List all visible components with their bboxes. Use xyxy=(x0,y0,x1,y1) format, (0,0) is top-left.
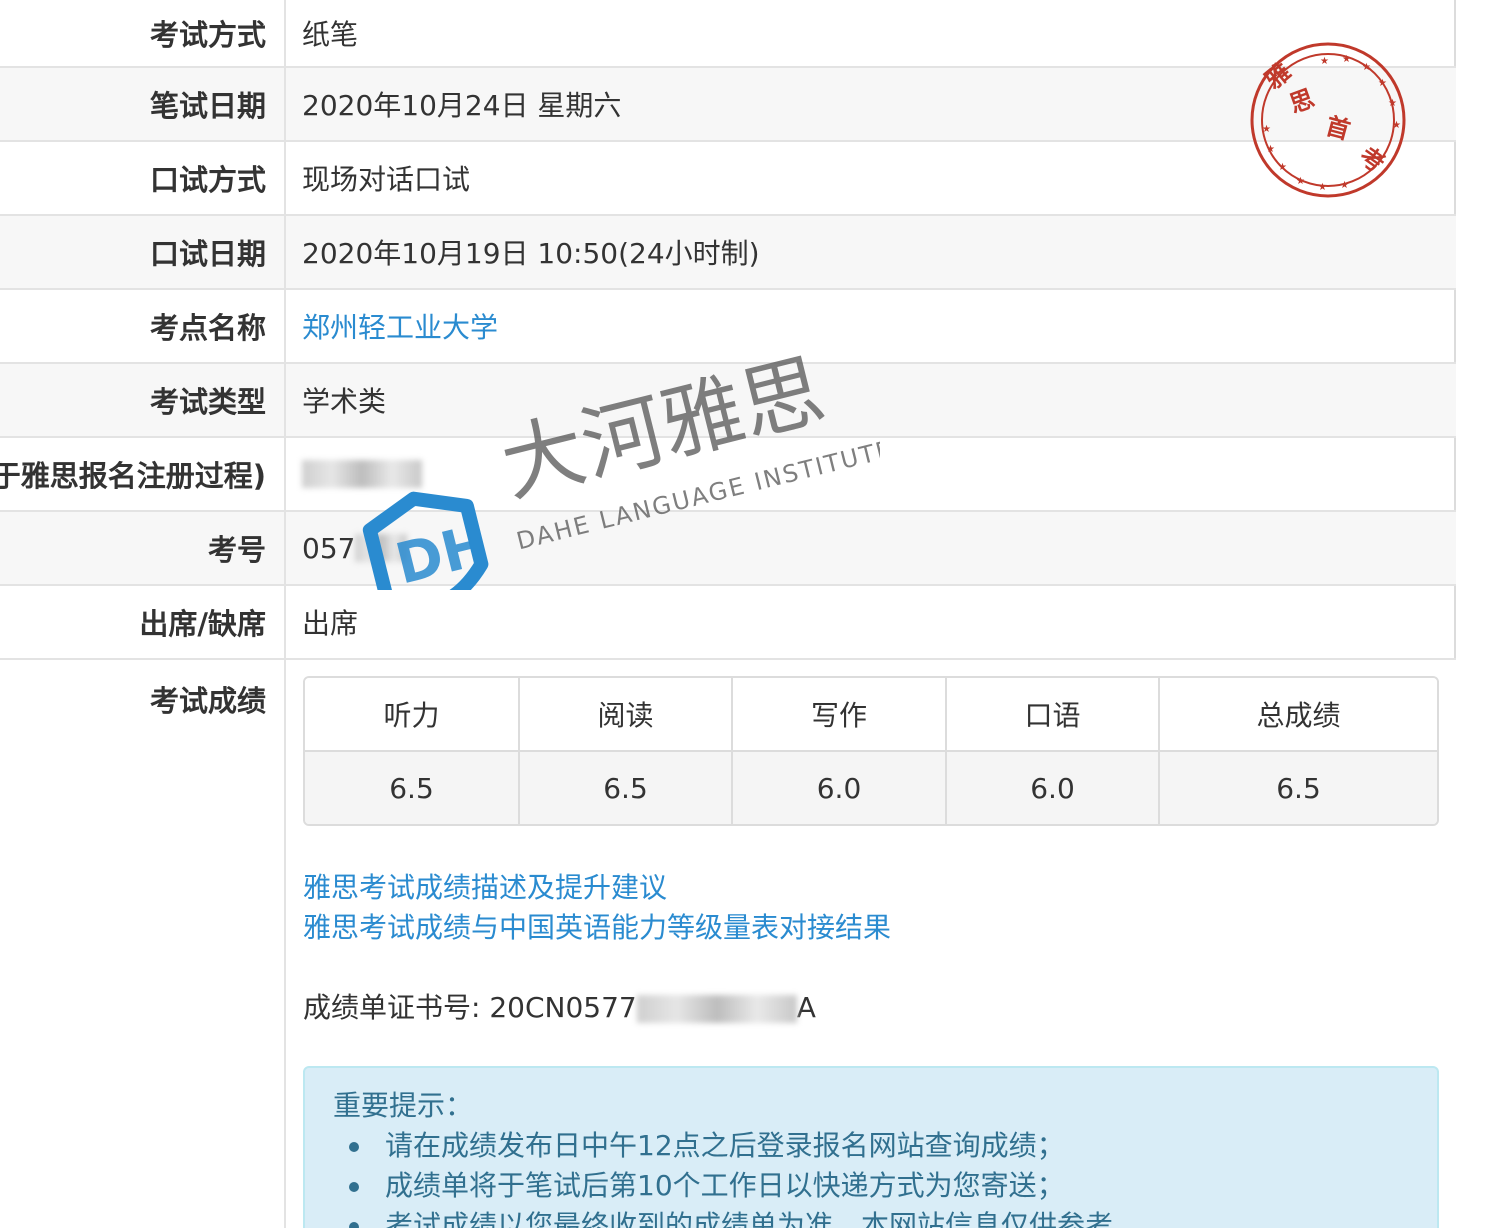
label-candidate-number: 考号 xyxy=(0,512,286,584)
svg-text:★: ★ xyxy=(1342,54,1351,65)
scores-label-cell: 考试成绩 xyxy=(0,660,286,1228)
row-exam-method: 考试方式 纸笔 xyxy=(0,0,1456,68)
svg-text:★: ★ xyxy=(1266,144,1275,155)
label-exam-type: 考试类型 xyxy=(0,364,286,436)
svg-text:★: ★ xyxy=(1340,180,1349,191)
stamp-char-4: 考 xyxy=(1354,141,1390,179)
row-speaking-method: 口试方式 现场对话口试 xyxy=(0,142,1456,216)
row-speaking-date: 口试日期 2020年10月19日 10:50(24小时制) xyxy=(0,216,1456,290)
header-overall: 总成绩 xyxy=(1256,699,1341,732)
score-listening: 6.5 xyxy=(305,751,520,824)
svg-text:★: ★ xyxy=(1296,176,1305,187)
notice-title: 重要提示： xyxy=(333,1089,474,1122)
score-speaking: 6.0 xyxy=(946,751,1160,824)
watermark-logo: DH 大河雅思 DAHE LANGUAGE INSTITUTE xyxy=(362,343,880,590)
value-speaking-date: 2020年10月19日 10:50(24小时制) xyxy=(302,237,760,270)
value-speaking-method: 现场对话口试 xyxy=(302,163,471,196)
label-written-date: 笔试日期 xyxy=(0,68,286,140)
svg-text:★: ★ xyxy=(1318,182,1327,193)
notice-item: 考试成绩以您最终收到的成绩单为准，本网站信息仅供参考。 xyxy=(333,1206,1409,1228)
score-header-row: 听力 阅读 写作 口语 总成绩 xyxy=(305,678,1437,751)
label-speaking-date: 口试日期 xyxy=(0,216,286,288)
header-reading: 阅读 xyxy=(519,678,733,751)
important-notice: 重要提示： 请在成绩发布日中午12点之后登录报名网站查询成绩； 成绩单将于笔试后… xyxy=(303,1066,1439,1228)
stamp-char-3: 首 xyxy=(1323,111,1354,145)
svg-text:★: ★ xyxy=(1392,120,1401,131)
certificate-number-suffix: A xyxy=(796,991,816,1024)
svg-text:★: ★ xyxy=(1278,162,1287,173)
value-attendance: 出席 xyxy=(302,607,359,640)
svg-text:★: ★ xyxy=(1262,124,1271,135)
svg-text:★: ★ xyxy=(1388,98,1397,109)
value-exam-method: 纸笔 xyxy=(302,18,359,51)
label-speaking-method: 口试方式 xyxy=(0,142,286,214)
label-attendance: 出席/缺席 xyxy=(0,586,286,658)
stamp-text: 雅 思 首 考 xyxy=(1259,57,1390,179)
score-links: 雅思考试成绩描述及提升建议 雅思考试成绩与中国英语能力等级量表对接结果 xyxy=(303,868,891,948)
score-mapping-link[interactable]: 雅思考试成绩与中国英语能力等级量表对接结果 xyxy=(303,908,891,948)
label-exam-method: 考试方式 xyxy=(0,0,286,66)
redacted-blur xyxy=(636,995,797,1023)
logo-letters: DH xyxy=(389,512,495,590)
score-description-link[interactable]: 雅思考试成绩描述及提升建议 xyxy=(303,868,891,908)
row-written-date: 笔试日期 2020年10月24日 星期六 xyxy=(0,68,1456,142)
score-reading: 6.5 xyxy=(519,751,733,824)
stamp-char-2: 思 xyxy=(1285,83,1317,118)
svg-text:★: ★ xyxy=(1378,78,1387,89)
value-written-date: 2020年10月24日 星期六 xyxy=(302,89,622,122)
svg-text:★: ★ xyxy=(1320,56,1329,67)
label-registration-id: 于雅思报名注册过程) xyxy=(0,438,286,510)
header-speaking: 口语 xyxy=(946,678,1160,751)
certificate-number-text: 成绩单证书号: 20CN0577 xyxy=(303,991,637,1024)
row-scores: 考试成绩 听力 阅读 写作 口语 总成绩 6.5 6.5 6.0 6.0 6.5… xyxy=(0,660,1456,1228)
notice-item: 成绩单将于笔试后第10个工作日以快递方式为您寄送； xyxy=(333,1166,1409,1206)
header-listening: 听力 xyxy=(305,678,520,751)
row-attendance: 出席/缺席 出席 xyxy=(0,586,1456,660)
notice-item: 请在成绩发布日中午12点之后登录报名网站查询成绩； xyxy=(333,1126,1409,1166)
stamp-seal: ★ ★★ ★★★ ★★★ ★★ ★ 雅 思 首 考 xyxy=(1250,42,1406,198)
notice-list: 请在成绩发布日中午12点之后登录报名网站查询成绩； 成绩单将于笔试后第10个工作… xyxy=(333,1126,1409,1228)
certificate-number: 成绩单证书号: 20CN0577 A xyxy=(303,986,816,1026)
score-value-row: 6.5 6.5 6.0 6.0 6.5 xyxy=(305,751,1437,824)
score-writing: 6.0 xyxy=(732,751,947,824)
score-overall: 6.5 xyxy=(1276,771,1321,805)
svg-text:★: ★ xyxy=(1362,62,1371,73)
label-test-center: 考点名称 xyxy=(0,290,286,362)
header-writing: 写作 xyxy=(732,678,947,751)
label-scores: 考试成绩 xyxy=(149,684,266,718)
score-table: 听力 阅读 写作 口语 总成绩 6.5 6.5 6.0 6.0 6.5 xyxy=(303,676,1439,826)
